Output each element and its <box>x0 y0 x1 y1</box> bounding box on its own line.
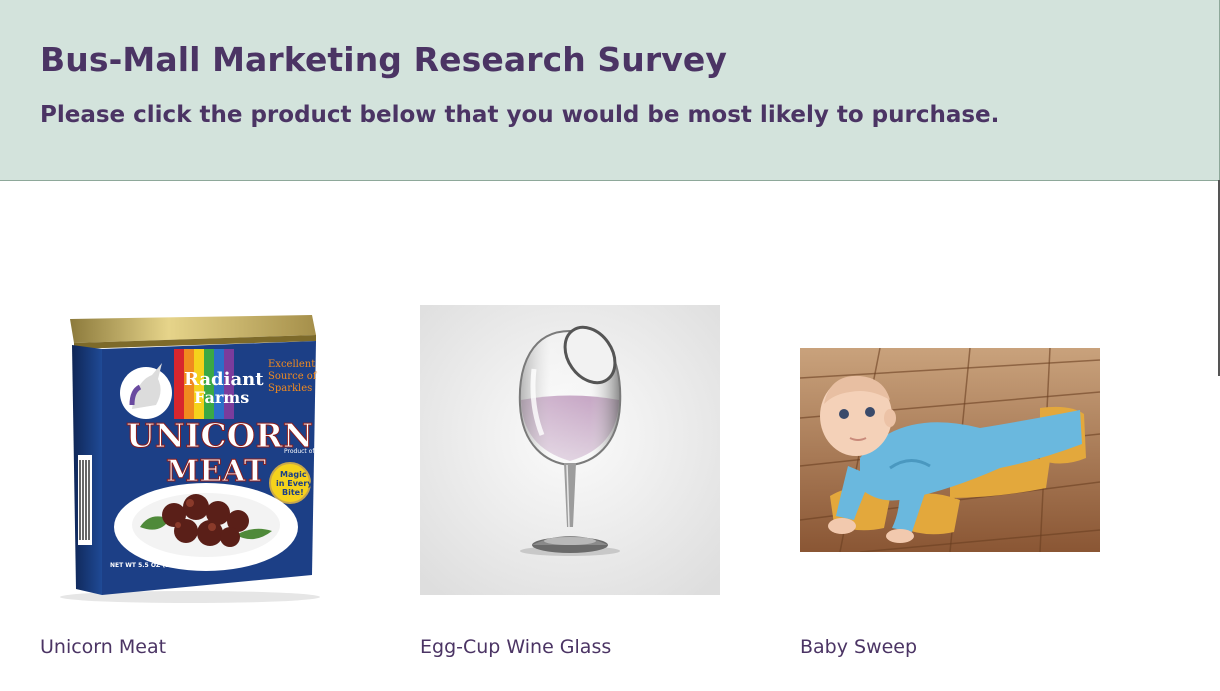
badge-line3: Bite! <box>282 488 304 497</box>
survey-instructions: Please click the product below that you … <box>40 102 1000 128</box>
can-brand-line2: Farms <box>194 388 249 407</box>
product-image-egg-cup-wine-glass[interactable] <box>420 305 720 595</box>
can-product-of: Product of Ireland <box>284 448 337 455</box>
can-net-weight: NET WT 5.5 OZ (156g) <box>110 562 185 569</box>
baby-sweep-image <box>800 348 1100 552</box>
wine-glass-image <box>420 305 720 595</box>
unicorn-meat-can-image: Radiant Farms Excellent Source of Sparkl… <box>60 315 337 603</box>
survey-header: Bus-Mall Marketing Research Survey Pleas… <box>0 0 1220 181</box>
can-tagline-line3: Sparkles <box>268 383 312 394</box>
product-image-unicorn-meat[interactable]: Radiant Farms Excellent Source of Sparkl… <box>40 305 340 605</box>
badge-line1: Magic <box>280 470 307 479</box>
badge-line2: in Every <box>276 479 313 488</box>
can-tagline-line2: Source of <box>268 371 318 382</box>
product-label-unicorn-meat[interactable]: Unicorn Meat <box>40 636 166 658</box>
product-image-baby-sweep[interactable] <box>800 348 1100 552</box>
page-title: Bus-Mall Marketing Research Survey <box>40 40 727 79</box>
product-label-egg-cup-wine-glass[interactable]: Egg-Cup Wine Glass <box>420 636 611 658</box>
can-tagline-line1: Excellent <box>268 359 315 370</box>
can-brand-line1: Radiant <box>184 369 264 390</box>
product-label-baby-sweep[interactable]: Baby Sweep <box>800 636 917 658</box>
